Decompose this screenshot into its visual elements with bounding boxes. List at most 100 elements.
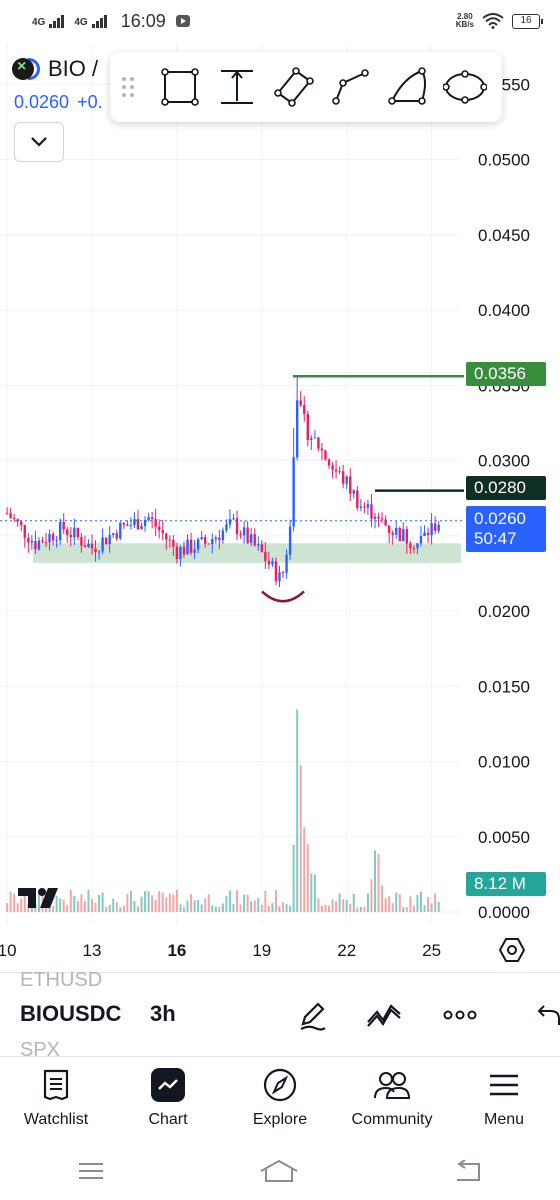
nav-label: Menu <box>483 1111 525 1128</box>
candle-body <box>189 539 193 553</box>
back-icon[interactable] <box>453 1160 483 1182</box>
candle-body <box>409 543 412 549</box>
candle-body <box>165 533 168 540</box>
candle-body <box>373 516 377 519</box>
candle-body <box>218 537 221 541</box>
candle-body <box>377 516 380 519</box>
nav-explore[interactable]: Explore <box>224 1057 336 1142</box>
drawing-toolbar <box>110 52 502 122</box>
candle-body <box>267 560 271 565</box>
volume-bar <box>228 890 231 912</box>
watchlist-icon <box>43 1069 69 1101</box>
candle-body <box>306 413 309 441</box>
candle-body <box>303 405 306 414</box>
system-navigation <box>0 1142 560 1200</box>
nav-community[interactable]: Community <box>336 1057 448 1142</box>
rotated-rectangle-icon <box>274 67 315 107</box>
recent-apps-icon[interactable] <box>77 1161 105 1181</box>
candle-body <box>97 551 101 553</box>
candle-body <box>5 513 9 515</box>
candle-body <box>334 469 338 472</box>
volume-bar <box>236 890 239 912</box>
volume-bar <box>437 901 440 912</box>
volume-bar <box>423 905 426 912</box>
candle-body <box>430 523 433 536</box>
drawing-tools-button[interactable] <box>290 993 334 1037</box>
candle-body <box>246 527 249 543</box>
candle-body <box>112 533 115 535</box>
candle-body <box>34 540 37 550</box>
nav-chart[interactable]: Chart <box>112 1057 224 1142</box>
volume-bar <box>69 890 72 912</box>
volume-bar <box>154 900 157 912</box>
arc-tool-button[interactable] <box>380 58 437 116</box>
price-range-tool-button[interactable] <box>209 58 266 116</box>
network-indicator-2: 4G <box>74 14 107 28</box>
candle-body <box>320 448 324 451</box>
chart-settings-icon[interactable] <box>498 936 526 964</box>
volume-bar <box>182 907 185 912</box>
volume-bar <box>384 898 387 912</box>
collapse-legend-button[interactable] <box>14 122 64 162</box>
candle-body <box>359 506 363 508</box>
candle-body <box>200 537 203 540</box>
candle-body <box>253 534 256 546</box>
nav-menu[interactable]: Menu <box>448 1057 560 1142</box>
volume-bar <box>179 904 182 912</box>
nav-label: Community <box>351 1111 433 1128</box>
previous-symbol[interactable]: ETHUSD <box>20 969 102 992</box>
candle-body <box>196 539 200 550</box>
candle-body <box>207 543 210 545</box>
rotated-rectangle-tool-button[interactable] <box>266 58 323 116</box>
symbol-price-row: 0.0260 +0. <box>14 92 103 113</box>
candle-body <box>313 437 317 439</box>
candle-body <box>257 544 260 546</box>
drag-handle-icon[interactable] <box>118 72 138 102</box>
volume-bars <box>6 709 440 912</box>
date-tick-label: 19 <box>252 941 271 960</box>
candle-body <box>90 543 94 549</box>
home-icon[interactable] <box>259 1159 299 1183</box>
nav-watchlist[interactable]: Watchlist <box>0 1057 112 1142</box>
current-symbol[interactable]: BIOUSDC <box>20 1001 121 1027</box>
candle-body <box>175 546 179 559</box>
community-icon <box>374 1072 411 1099</box>
price-tick-label: 0.0050 <box>478 828 530 847</box>
undo-button[interactable] <box>526 993 560 1037</box>
youtube-notification-icon <box>175 15 190 27</box>
volume-badge: 8.12 M <box>466 872 546 896</box>
volume-bar <box>140 896 143 912</box>
nav-label: Watchlist <box>23 1111 89 1128</box>
volume-bar <box>80 894 83 912</box>
ellipse-tool-button[interactable] <box>437 58 494 116</box>
candle-body <box>281 572 285 574</box>
rectangle-tool-button[interactable] <box>152 58 209 116</box>
more-options-button[interactable] <box>438 993 482 1037</box>
candle-body <box>433 523 437 531</box>
volume-bar <box>73 895 76 912</box>
candle-body <box>55 540 58 542</box>
volume-bar <box>94 902 97 912</box>
path-tool-button[interactable] <box>323 58 380 116</box>
candle-body <box>228 519 232 525</box>
volume-bar <box>91 899 93 912</box>
candle-body <box>331 465 334 470</box>
volume-bar <box>317 898 320 912</box>
volume-bar <box>345 899 348 912</box>
volume-bar <box>136 906 139 912</box>
volume-bar <box>285 903 288 912</box>
candle-body <box>23 525 26 538</box>
volume-bar <box>105 907 108 912</box>
candle-body <box>76 527 80 538</box>
candle-body <box>27 537 30 543</box>
volume-bar <box>310 873 313 912</box>
current-price-badge: 0.0260 50:47 <box>466 506 546 552</box>
volume-bar <box>129 890 132 912</box>
candle-body <box>150 517 154 519</box>
volume-bar <box>299 765 302 912</box>
compass-icon <box>263 1068 297 1102</box>
nav-label: Explore <box>252 1111 308 1128</box>
timeframe-selector[interactable]: 3h <box>150 1001 176 1027</box>
symbol-header[interactable]: BIO / <box>12 56 98 82</box>
indicators-button[interactable] <box>362 993 406 1037</box>
